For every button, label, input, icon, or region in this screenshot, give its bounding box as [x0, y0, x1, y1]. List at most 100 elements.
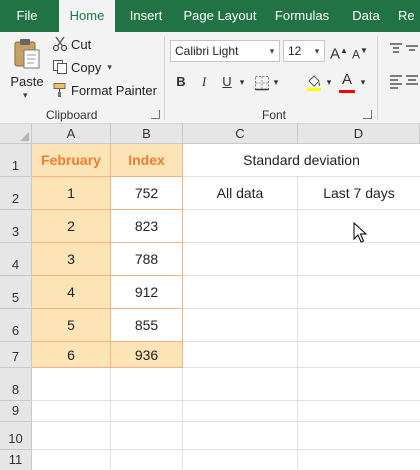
cell-a2[interactable]: 1 — [32, 177, 111, 210]
cell-c4[interactable] — [183, 243, 298, 276]
fill-color-icon[interactable] — [305, 73, 323, 91]
column-header-d[interactable]: D — [298, 124, 420, 144]
font-color-button[interactable]: A — [338, 70, 356, 90]
select-all-button[interactable] — [0, 124, 32, 144]
cut-button[interactable]: Cut — [52, 34, 91, 54]
chevron-down-icon[interactable]: ▾ — [324, 72, 334, 92]
cell-b1[interactable]: Index — [111, 144, 183, 177]
cell-d10[interactable] — [298, 422, 420, 450]
cell-a10[interactable] — [32, 422, 111, 450]
cell-c11[interactable] — [183, 450, 298, 470]
copy-label: Copy — [71, 59, 102, 75]
cell-b3[interactable]: 823 — [111, 210, 183, 243]
borders-icon[interactable] — [254, 75, 270, 91]
top-align-icon[interactable] — [388, 42, 418, 58]
tab-insert[interactable]: Insert — [120, 0, 172, 32]
column-header-b[interactable]: B — [111, 124, 183, 144]
ribbon-home: Paste ▾ Cut Copy ▾ Format Painter Clipbo… — [0, 32, 420, 124]
cell-d7[interactable] — [298, 342, 420, 368]
cell-a3[interactable]: 2 — [32, 210, 111, 243]
row-header-2[interactable]: 2 — [0, 177, 32, 210]
row-header-4[interactable]: 4 — [0, 243, 32, 276]
ribbon-tab-bar: File Home Insert Page Layout Formulas Da… — [0, 0, 420, 32]
cell-c1-merged[interactable]: Standard deviation — [183, 144, 420, 177]
tab-formulas[interactable]: Formulas — [269, 0, 335, 32]
cell-a6[interactable]: 5 — [32, 309, 111, 342]
column-header-c[interactable]: C — [183, 124, 298, 144]
tab-file[interactable]: File — [0, 0, 54, 32]
cell-b7[interactable]: 936 — [111, 342, 183, 368]
row-header-5[interactable]: 5 — [0, 276, 32, 309]
cell-d11[interactable] — [298, 450, 420, 470]
cell-d6[interactable] — [298, 309, 420, 342]
row-header-6[interactable]: 6 — [0, 309, 32, 342]
row-header-10[interactable]: 10 — [0, 422, 32, 450]
cell-c3[interactable] — [183, 210, 298, 243]
format-painter-button[interactable]: Format Painter — [52, 80, 157, 100]
chevron-down-icon[interactable]: ▾ — [271, 72, 281, 92]
cell-c2[interactable]: All data — [183, 177, 298, 210]
cell-a8[interactable] — [32, 368, 111, 401]
font-dialog-launcher-icon[interactable] — [363, 110, 372, 119]
row-header-1[interactable]: 1 — [0, 144, 32, 177]
chevron-down-icon[interactable]: ▾ — [23, 90, 28, 101]
tab-home[interactable]: Home — [59, 0, 115, 32]
cell-c5[interactable] — [183, 276, 298, 309]
tab-data[interactable]: Data — [344, 0, 388, 32]
font-name-select[interactable]: Calibri Light ▾ — [170, 40, 280, 62]
tab-review-partial[interactable]: Re — [398, 0, 420, 32]
row-header-9[interactable]: 9 — [0, 401, 32, 422]
cell-b8[interactable] — [111, 368, 183, 401]
cell-a5[interactable]: 4 — [32, 276, 111, 309]
worksheet-grid: A B C D 1 2 3 4 5 6 7 8 9 10 11 February… — [0, 124, 420, 470]
cell-d4[interactable] — [298, 243, 420, 276]
row-header-7[interactable]: 7 — [0, 342, 32, 368]
copy-button[interactable]: Copy ▾ — [52, 57, 112, 77]
cell-b11[interactable] — [111, 450, 183, 470]
clipboard-dialog-launcher-icon[interactable] — [151, 110, 160, 119]
cell-c8[interactable] — [183, 368, 298, 401]
cell-c10[interactable] — [183, 422, 298, 450]
row-header-11[interactable]: 11 — [0, 450, 32, 470]
increase-font-size-button[interactable]: A▲ — [330, 41, 348, 62]
bold-button[interactable]: B — [172, 72, 190, 92]
cell-b10[interactable] — [111, 422, 183, 450]
row-header-3[interactable]: 3 — [0, 210, 32, 243]
tab-page-layout[interactable]: Page Layout — [180, 0, 260, 32]
cell-c6[interactable] — [183, 309, 298, 342]
cell-b5[interactable]: 912 — [111, 276, 183, 309]
font-group-label: Font — [262, 108, 287, 122]
cell-a9[interactable] — [32, 401, 111, 422]
paste-button[interactable]: Paste ▾ — [6, 36, 48, 102]
cell-b9[interactable] — [111, 401, 183, 422]
underline-button[interactable]: U — [218, 72, 236, 92]
paste-label: Paste — [10, 74, 44, 89]
cell-b6[interactable]: 855 — [111, 309, 183, 342]
font-name-value: Calibri Light — [175, 44, 239, 58]
clipboard-group-label: Clipboard — [46, 108, 98, 122]
cut-label: Cut — [71, 36, 92, 52]
cell-b4[interactable]: 788 — [111, 243, 183, 276]
cell-d5[interactable] — [298, 276, 420, 309]
group-divider — [377, 36, 378, 120]
font-size-select[interactable]: 12 ▾ — [283, 40, 325, 62]
column-header-a[interactable]: A — [32, 124, 111, 144]
cell-a4[interactable]: 3 — [32, 243, 111, 276]
chevron-down-icon[interactable]: ▾ — [237, 72, 247, 92]
cell-a1[interactable]: February — [32, 144, 111, 177]
cell-d8[interactable] — [298, 368, 420, 401]
row-header-8[interactable]: 8 — [0, 368, 32, 401]
cell-a7[interactable]: 6 — [32, 342, 111, 368]
cell-c7[interactable] — [183, 342, 298, 368]
chevron-down-icon[interactable]: ▾ — [358, 72, 368, 92]
cell-d9[interactable] — [298, 401, 420, 422]
chevron-down-icon[interactable]: ▾ — [107, 62, 112, 73]
decrease-font-size-button[interactable]: A▼ — [352, 41, 368, 61]
cell-d2[interactable]: Last 7 days — [298, 177, 420, 210]
italic-button[interactable]: I — [195, 72, 213, 92]
align-left-icon[interactable] — [388, 74, 418, 90]
cell-a11[interactable] — [32, 450, 111, 470]
font-size-value: 12 — [288, 44, 302, 58]
cell-b2[interactable]: 752 — [111, 177, 183, 210]
cell-c9[interactable] — [183, 401, 298, 422]
